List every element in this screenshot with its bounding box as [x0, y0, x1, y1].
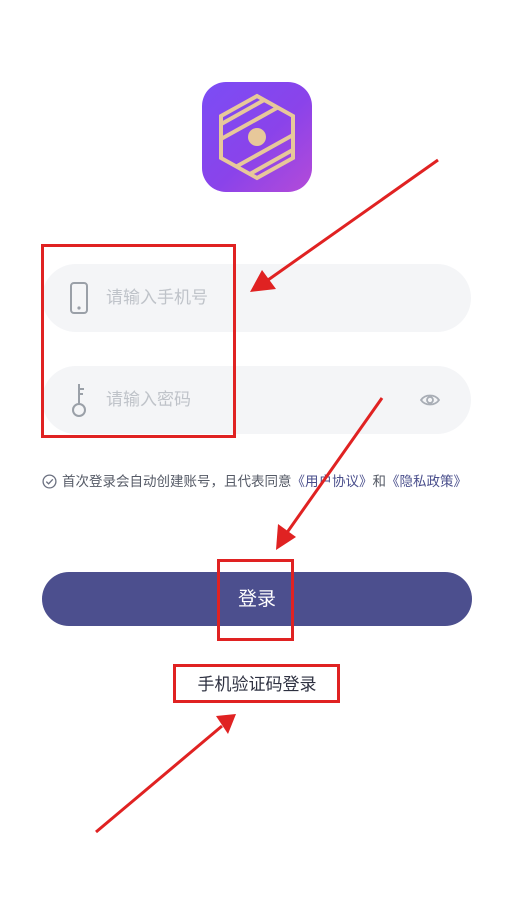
login-page: 首次登录会自动创建账号，且代表同意《用户协议》和《隐私政策》 登录 手机验证码登…: [0, 0, 514, 900]
key-icon: [72, 384, 86, 417]
app-logo: [202, 82, 312, 192]
privacy-policy-link[interactable]: 《隐私政策》: [386, 474, 467, 490]
password-field[interactable]: [42, 366, 471, 434]
sms-login-link[interactable]: 手机验证码登录: [178, 670, 336, 700]
check-circle-icon[interactable]: [42, 474, 57, 489]
password-input[interactable]: [106, 380, 436, 420]
agreement-text: 首次登录会自动创建账号，且代表同意《用户协议》和《隐私政策》: [42, 468, 472, 496]
phone-field[interactable]: [42, 264, 471, 332]
phone-icon: [70, 282, 88, 314]
agreement-prefix: 首次登录会自动创建账号，且代表同意: [62, 474, 292, 490]
user-agreement-link[interactable]: 《用户协议》: [292, 474, 373, 490]
hexagon-eye-logo-icon: [219, 93, 295, 181]
login-button[interactable]: 登录: [42, 572, 472, 626]
eye-icon[interactable]: [419, 389, 441, 411]
arrow-to-sms: [95, 714, 236, 834]
agreement-and: 和: [372, 474, 387, 490]
phone-input[interactable]: [106, 278, 436, 318]
